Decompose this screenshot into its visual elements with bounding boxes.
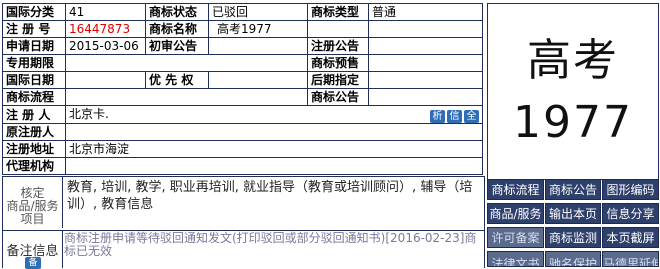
reg-no-label: 注 册 号: [2, 20, 66, 38]
nav-madrid-button[interactable]: 马德里延伸: [602, 251, 659, 267]
nav-flow-button[interactable]: 商标流程: [487, 179, 544, 200]
nav-goods-button[interactable]: 商品/服务: [487, 203, 544, 224]
nav-graphic-code-button[interactable]: 图形编码: [602, 179, 659, 200]
empty-cell: [368, 20, 483, 38]
analyze-button[interactable]: 析: [430, 110, 445, 123]
nav-screenshot-button[interactable]: 本页截屏: [602, 227, 659, 248]
empty-cell: [307, 20, 369, 38]
apply-date-label: 申请日期: [2, 37, 66, 55]
prelim-notice-label: 商标预售: [307, 54, 369, 72]
notice-label: 商标公告: [307, 88, 369, 106]
name-label: 商标名称: [145, 20, 209, 38]
prelim-notice-value: [368, 54, 483, 72]
registrant-value: 北京卡.: [69, 107, 109, 121]
trademark-image-line2: 1977: [513, 96, 633, 148]
nav-notice-button[interactable]: 商标公告: [545, 179, 601, 200]
name-value: 高考1977: [208, 20, 308, 38]
priority-label: 优 先 权: [145, 71, 209, 89]
trademark-info-table: 国际分类 41 商标状态 已驳回 商标类型 普通 注 册 号 16447873 …: [2, 3, 483, 175]
priority-value: [208, 71, 308, 89]
nav-famous-button[interactable]: 驰名保护: [545, 251, 601, 267]
status-value: 已驳回: [208, 3, 308, 21]
exclusive-value: [65, 54, 308, 72]
agent-label: 代理机构: [2, 157, 66, 175]
intl-date-label: 国际日期: [2, 71, 66, 89]
remark-text: 商标注册申请等待驳回通知发文(打印驳回或部分驳回通知书)[2016-02-23]…: [64, 231, 477, 258]
registrant-row: 北京卡. 析信全: [65, 105, 483, 124]
goods-services-label: 核定 商品/服务 项目: [3, 177, 63, 228]
type-label: 商标类型: [307, 3, 369, 21]
orig-registrant-value: [65, 123, 483, 141]
notice-value: [368, 88, 483, 106]
registrant-actions: 析信全: [428, 107, 479, 123]
info-button[interactable]: 信: [447, 110, 462, 123]
remark-tag[interactable]: 备: [25, 257, 41, 269]
later-value: [368, 71, 483, 89]
nav-export-button[interactable]: 输出本页: [545, 203, 601, 224]
trademark-image: 高考 1977: [487, 3, 659, 180]
trademark-image-line1: 高考: [527, 34, 619, 86]
prelim-label: 初审公告: [145, 37, 209, 55]
goods-services-box: 核定 商品/服务 项目 教育, 培训, 教学, 职业再培训, 就业指导（教育或培…: [2, 176, 485, 231]
reg-no-value: 16447873: [65, 20, 146, 38]
exclusive-label: 专用期限: [2, 54, 66, 72]
flow-value: [65, 88, 308, 106]
registrant-label: 注 册 人: [2, 105, 66, 124]
intl-class-value: 41: [65, 3, 146, 21]
reg-notice-value: [368, 37, 483, 55]
agent-value: [65, 157, 483, 175]
orig-registrant-label: 原注册人: [2, 123, 66, 141]
later-label: 后期指定: [307, 71, 369, 89]
reg-notice-label: 注册公告: [307, 37, 369, 55]
nav-share-button[interactable]: 信息分享: [602, 203, 659, 224]
status-label: 商标状态: [145, 3, 209, 21]
prelim-value: [208, 37, 308, 55]
nav-monitor-button[interactable]: 商标监测: [545, 227, 601, 248]
goods-services-text: 教育, 培训, 教学, 职业再培训, 就业指导（教育或培训顾问）, 辅导（培训）…: [67, 180, 473, 212]
type-value: 普通: [368, 3, 483, 21]
all-button[interactable]: 全: [464, 110, 479, 123]
apply-date-value: 2015-03-06: [65, 37, 146, 55]
goods-label-line3: 项目: [20, 212, 45, 226]
remark-box: 备注信息 备 商标注册申请等待驳回通知发文(打印驳回或部分驳回通知书)[2016…: [2, 230, 485, 269]
address-value: 北京市海淀: [65, 140, 483, 158]
flow-label: 商标流程: [2, 88, 66, 106]
intl-date-value: [65, 71, 146, 89]
nav-license-button[interactable]: 许可备案: [487, 227, 544, 248]
nav-legal-docs-button[interactable]: 法律文书: [487, 251, 544, 267]
intl-class-label: 国际分类: [2, 3, 66, 21]
address-label: 注册地址: [2, 140, 66, 158]
